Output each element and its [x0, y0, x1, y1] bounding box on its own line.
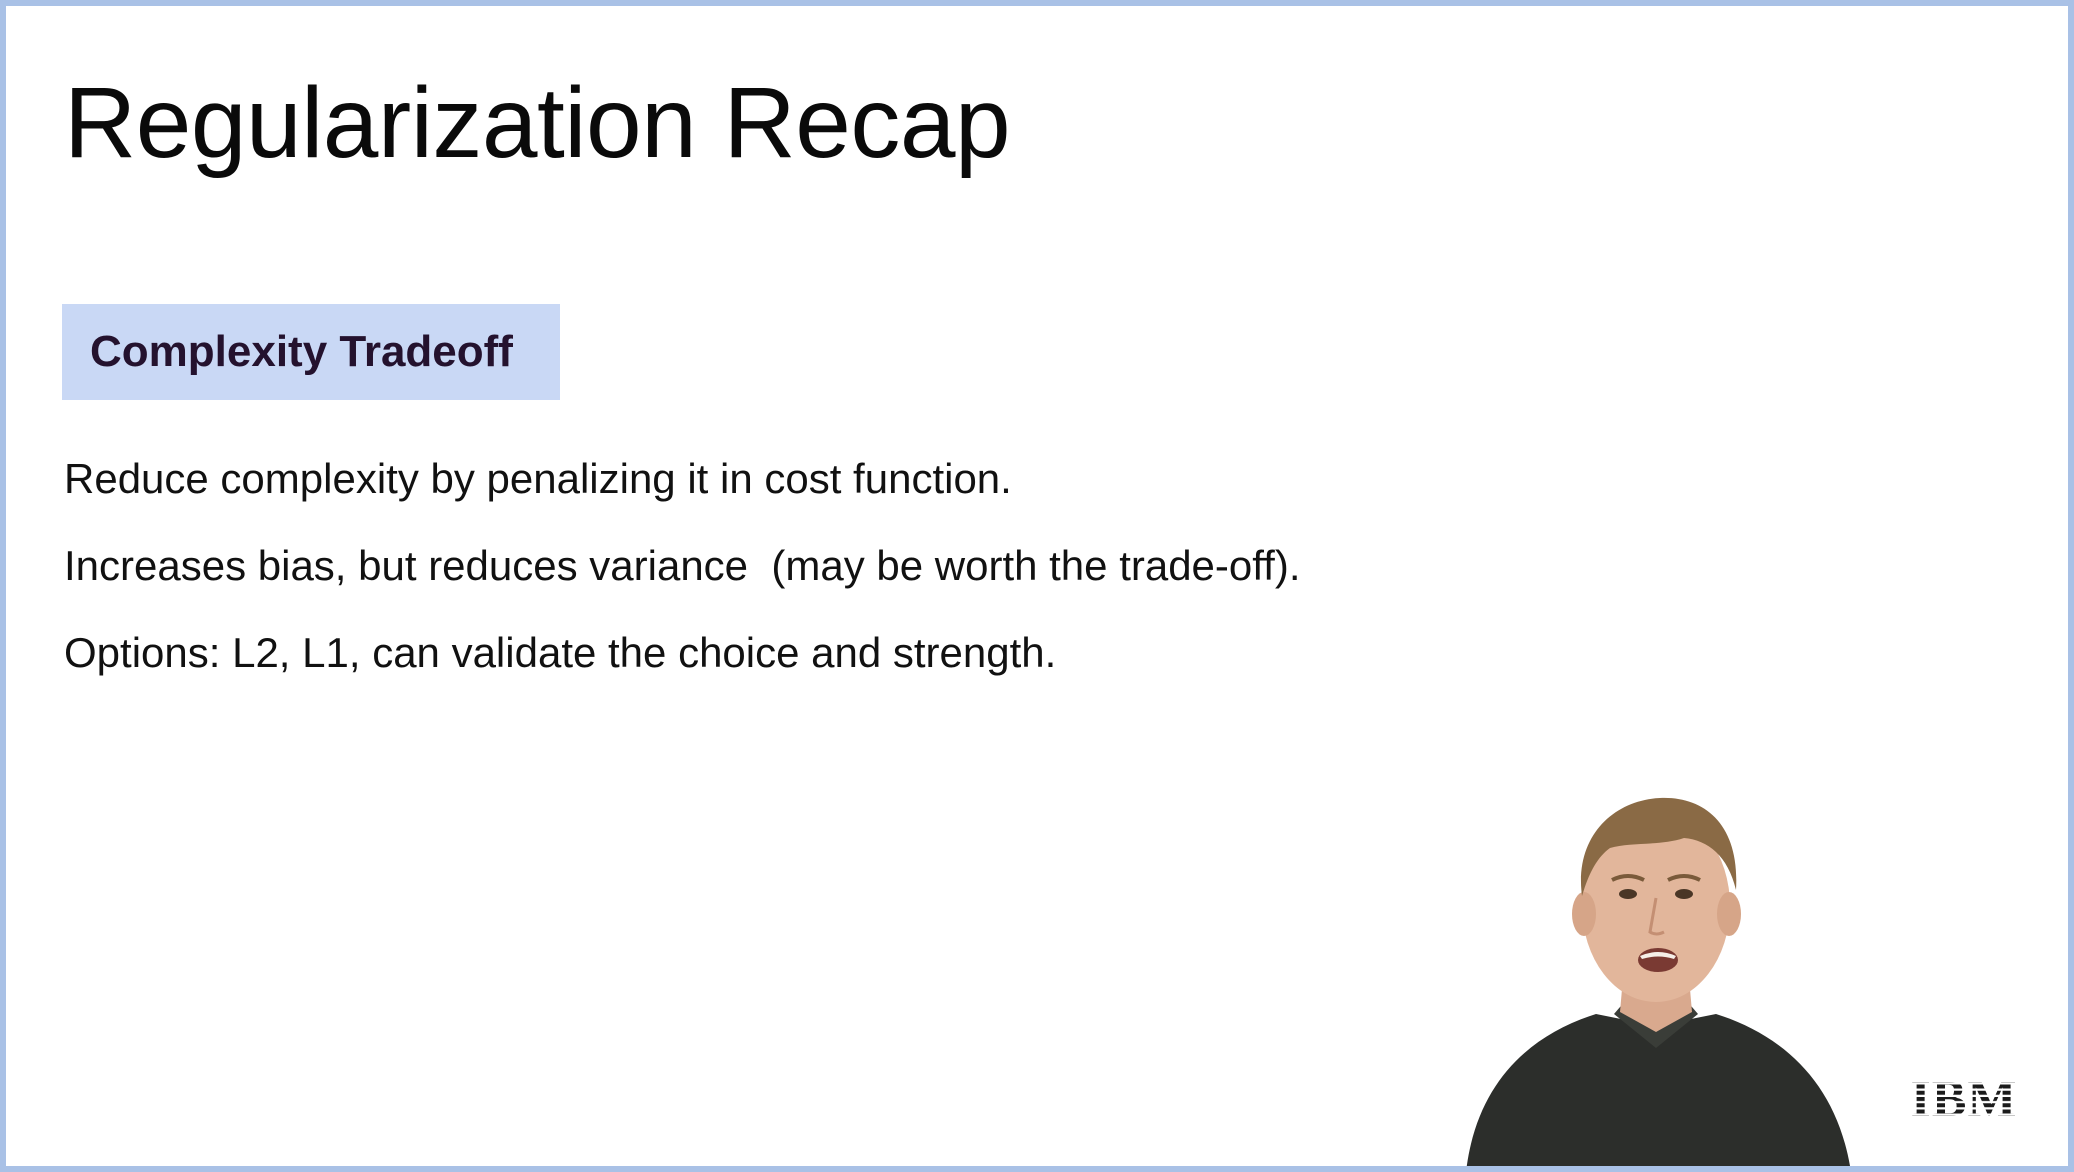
bullet-item: Reduce complexity by penalizing it in co… — [64, 455, 1012, 502]
presenter-eye-right — [1675, 889, 1693, 899]
presenter-ear-right — [1717, 892, 1741, 936]
presenter-mouth — [1638, 948, 1678, 972]
slide-frame: Regularization Recap Complexity Tradeoff… — [0, 0, 2074, 1172]
bullet-list: Reduce complexity by penalizing it in co… — [64, 454, 1301, 715]
presenter-ear-left — [1572, 892, 1596, 936]
bullet-item: Options: L2, L1, can validate the choice… — [64, 629, 1057, 676]
ibm-logo: IBM — [1911, 1072, 2018, 1122]
presenter-eye-left — [1619, 889, 1637, 899]
section-label-text: Complexity Tradeoff — [90, 327, 513, 376]
section-label: Complexity Tradeoff — [62, 304, 560, 400]
bullet-item: Increases bias, but reduces variance (ma… — [64, 542, 1301, 589]
ibm-logo-text: IBM — [1911, 1072, 2018, 1122]
slide-title: Regularization Recap — [64, 67, 1011, 179]
presenter-video — [1466, 797, 1850, 1166]
